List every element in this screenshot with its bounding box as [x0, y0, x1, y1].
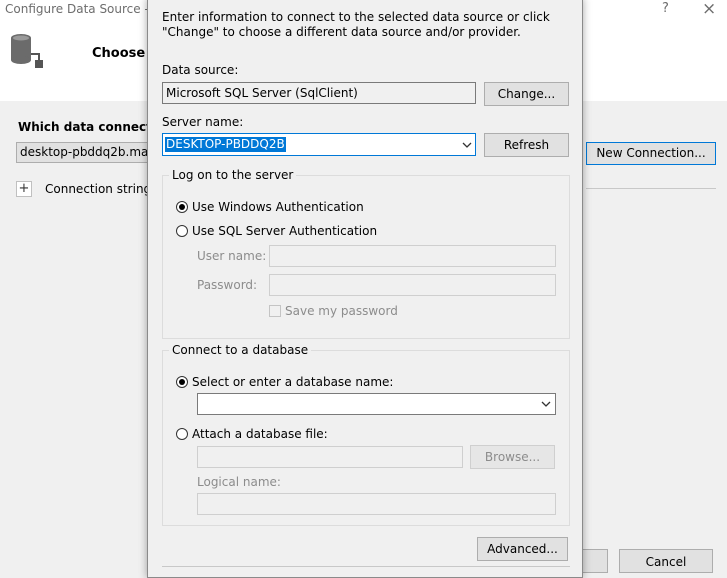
divider	[586, 188, 716, 189]
save-password-checkbox[interactable]	[269, 305, 281, 317]
logical-name-field[interactable]	[197, 493, 556, 515]
sql-auth-radio[interactable]	[176, 225, 188, 237]
server-name-value[interactable]: DESKTOP-PBDDQ2B	[165, 137, 286, 152]
connection-string-label: Connection string	[45, 182, 152, 196]
cancel-button[interactable]: Cancel	[619, 549, 713, 573]
database-file-field[interactable]	[197, 446, 463, 468]
change-button[interactable]: Change...	[484, 82, 569, 106]
password-label: Password:	[197, 278, 258, 292]
sql-auth-label[interactable]: Use SQL Server Authentication	[192, 224, 377, 238]
select-database-label[interactable]: Select or enter a database name:	[192, 375, 393, 389]
database-name-combobox[interactable]	[197, 393, 556, 415]
close-icon[interactable]: ×	[702, 0, 716, 19]
user-name-label: User name:	[197, 249, 267, 263]
advanced-button[interactable]: Advanced...	[477, 537, 568, 561]
dialog-divider	[162, 566, 570, 567]
password-field[interactable]	[269, 274, 556, 296]
windows-auth-radio[interactable]	[176, 201, 188, 213]
save-password-label: Save my password	[285, 304, 398, 318]
database-group-label: Connect to a database	[169, 343, 312, 357]
database-connection-icon	[11, 34, 43, 68]
logical-name-label: Logical name:	[197, 475, 281, 489]
select-database-radio[interactable]	[176, 376, 188, 388]
logon-group-label: Log on to the server	[169, 168, 297, 182]
browse-button[interactable]: Browse...	[470, 445, 555, 469]
chevron-down-icon[interactable]	[540, 398, 552, 410]
user-name-field[interactable]	[269, 245, 556, 267]
window-title: Configure Data Source - Sq	[5, 2, 168, 16]
data-source-label: Data source:	[162, 63, 239, 77]
chevron-down-icon[interactable]	[461, 139, 473, 151]
expand-icon[interactable]: +	[16, 181, 32, 197]
dialog-instructions: Enter information to connect to the sele…	[162, 10, 550, 39]
server-name-label: Server name:	[162, 115, 244, 129]
attach-file-label[interactable]: Attach a database file:	[192, 427, 328, 441]
refresh-button[interactable]: Refresh	[484, 133, 569, 157]
help-icon[interactable]: ?	[662, 1, 669, 16]
connection-dropdown[interactable]: desktop-pbddq2b.maste	[16, 142, 156, 163]
data-source-field: Microsoft SQL Server (SqlClient)	[162, 82, 476, 104]
attach-file-radio[interactable]	[176, 428, 188, 440]
windows-auth-label[interactable]: Use Windows Authentication	[192, 200, 364, 214]
new-connection-button[interactable]: New Connection...	[586, 142, 716, 165]
